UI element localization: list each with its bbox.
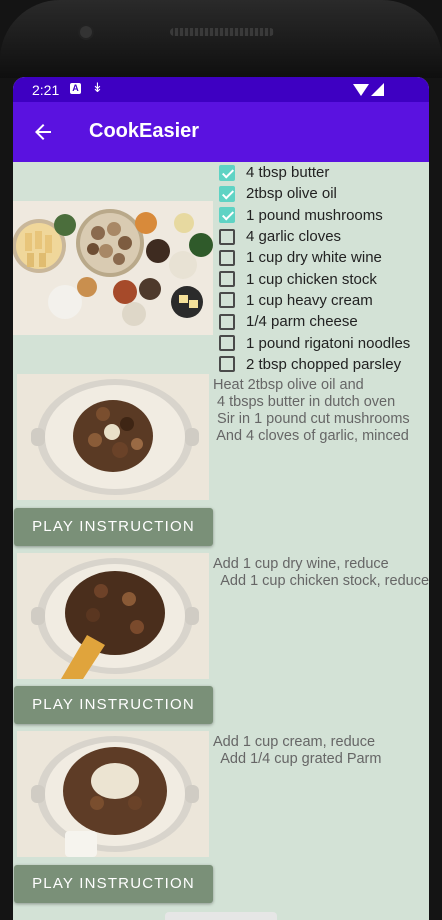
ingredient-label: 1/4 parm cheese xyxy=(246,313,358,331)
play-instruction-button[interactable]: PLAY INSTRUCTION xyxy=(14,865,213,903)
ingredient-item[interactable]: 1 cup dry white wine xyxy=(219,247,429,268)
signal-icon xyxy=(371,83,384,96)
play-instruction-button[interactable]: PLAY INSTRUCTION xyxy=(14,508,213,546)
ingredient-label: 4 garlic cloves xyxy=(246,228,342,246)
checkbox-unchecked[interactable] xyxy=(219,335,235,352)
checkbox-checked[interactable] xyxy=(219,164,235,181)
ingredient-label: 1 cup dry white wine xyxy=(246,249,382,267)
step-1-photo xyxy=(17,374,209,500)
ingredient-label: 2tbsp olive oil xyxy=(246,185,337,203)
ingredient-item[interactable]: 1/4 parm cheese xyxy=(219,311,429,332)
ingredient-label: 1 cup chicken stock xyxy=(246,270,377,288)
ingredient-item[interactable]: 2tbsp olive oil xyxy=(219,183,429,204)
back-arrow-icon[interactable] xyxy=(29,120,57,144)
checkbox-unchecked[interactable] xyxy=(219,292,235,309)
ingredient-item[interactable]: 2 tbsp chopped parsley xyxy=(219,354,429,375)
ingredient-checklist: 4 tbsp butter 2tbsp olive oil 1 pound mu… xyxy=(219,162,429,375)
step-3-photo xyxy=(17,731,209,857)
step-1-instruction: Heat 2tbsp olive oil and 4 tbsps butter … xyxy=(213,377,410,444)
ingredient-item[interactable]: 4 tbsp butter xyxy=(219,162,429,183)
checkbox-unchecked[interactable] xyxy=(219,356,235,373)
step-2-photo xyxy=(17,553,209,679)
app-screen: 2:21 A ↡ CookEasier 4 tbsp butter 2tbsp … xyxy=(13,77,429,920)
checkbox-unchecked[interactable] xyxy=(219,313,235,330)
ingredient-item[interactable]: 4 garlic cloves xyxy=(219,226,429,247)
ingredient-item[interactable]: 1 cup chicken stock xyxy=(219,268,429,289)
ingredient-label: 2 tbsp chopped parsley xyxy=(246,355,402,373)
ingredient-item[interactable]: 1 pound mushrooms xyxy=(219,205,429,226)
speaker-grille xyxy=(170,28,274,36)
wifi-icon xyxy=(353,84,369,96)
ingredient-label: 1 pound mushrooms xyxy=(246,206,383,224)
checkbox-checked[interactable] xyxy=(219,207,235,224)
app-bar: CookEasier xyxy=(13,102,429,162)
ingredient-label: 4 tbsp butter xyxy=(246,164,330,182)
home-indicator[interactable] xyxy=(165,912,277,920)
notification-a-icon: A xyxy=(70,83,81,94)
checkbox-unchecked[interactable] xyxy=(219,249,235,266)
phone-frame: 2:21 A ↡ CookEasier 4 tbsp butter 2tbsp … xyxy=(0,0,442,920)
ingredients-photo xyxy=(13,201,213,335)
ingredient-label: 1 pound rigatoni noodles xyxy=(246,334,411,352)
ingredient-item[interactable]: 1 pound rigatoni noodles xyxy=(219,332,429,353)
status-time: 2:21 xyxy=(32,82,60,98)
checkbox-unchecked[interactable] xyxy=(219,271,235,288)
app-title: CookEasier xyxy=(89,120,200,142)
ingredient-label: 1 cup heavy cream xyxy=(246,291,373,309)
phone-bezel xyxy=(0,0,442,78)
camera-icon xyxy=(80,26,92,38)
download-icon: ↡ xyxy=(92,80,103,95)
ingredient-item[interactable]: 1 cup heavy cream xyxy=(219,290,429,311)
checkbox-checked[interactable] xyxy=(219,185,235,202)
play-instruction-button[interactable]: PLAY INSTRUCTION xyxy=(14,686,213,724)
checkbox-unchecked[interactable] xyxy=(219,228,235,245)
step-3-instruction: Add 1 cup cream, reduce Add 1/4 cup grat… xyxy=(213,734,382,767)
step-2-instruction: Add 1 cup dry wine, reduce Add 1 cup chi… xyxy=(213,556,429,589)
status-bar: 2:21 A ↡ xyxy=(13,77,429,102)
